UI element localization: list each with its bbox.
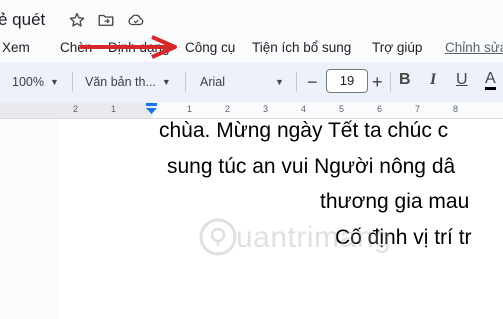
ruler-label: 8 — [453, 104, 459, 114]
italic-button[interactable]: I — [430, 71, 436, 89]
ruler-label: 5 — [339, 104, 345, 114]
font-size-input[interactable]: 19 — [326, 69, 368, 93]
ruler-label: 6 — [377, 104, 383, 114]
document-line: chùa. Mừng ngày Tết ta chúc c — [159, 119, 449, 142]
ruler-label: 1 — [111, 104, 117, 114]
ruler[interactable]: 2 1 1 2 3 4 5 6 7 8 — [0, 102, 503, 119]
zoom-value: 100% — [12, 75, 44, 89]
document-line: thương gia mau — [320, 190, 470, 213]
ruler-label: 2 — [225, 104, 231, 114]
paragraph-style-value: Văn bản th... — [85, 75, 156, 89]
ruler-label: 3 — [263, 104, 269, 114]
document-line: sung túc an vui Người nông dâ — [167, 155, 456, 178]
ruler-label: 7 — [415, 104, 421, 114]
toolbar-divider — [72, 72, 73, 92]
font-select[interactable]: Arial ▼ — [200, 62, 284, 102]
toolbar-divider — [296, 72, 297, 92]
toolbar-divider — [185, 72, 186, 92]
style-dropdown-icon: ▼ — [161, 77, 171, 87]
ruler-label: 4 — [301, 104, 307, 114]
document-line: Cố định vị trí tr — [335, 226, 472, 249]
zoom-dropdown-icon: ▼ — [49, 77, 59, 87]
increase-font-size-button[interactable]: + — [372, 62, 383, 102]
underline-button[interactable]: U — [456, 71, 468, 89]
bold-button[interactable]: B — [399, 71, 411, 89]
indent-marker-icon[interactable] — [145, 102, 159, 118]
zoom-select[interactable]: 100% ▼ — [12, 62, 59, 102]
font-value: Arial — [200, 75, 226, 89]
ruler-label: 2 — [73, 104, 79, 114]
font-dropdown-icon: ▼ — [275, 77, 284, 87]
decrease-font-size-button[interactable]: − — [307, 62, 318, 102]
paragraph-style-select[interactable]: Văn bản th... ▼ — [85, 62, 171, 102]
document-page[interactable]: chùa. Mừng ngày Tết ta chúc c sung túc a… — [58, 119, 503, 319]
toolbar-divider — [390, 72, 391, 92]
ruler-label: 1 — [187, 104, 193, 114]
toolbar: 100% ▼ Văn bản th... ▼ Arial ▼ − 19 + B … — [0, 62, 503, 102]
text-color-button[interactable]: A — [485, 71, 496, 90]
